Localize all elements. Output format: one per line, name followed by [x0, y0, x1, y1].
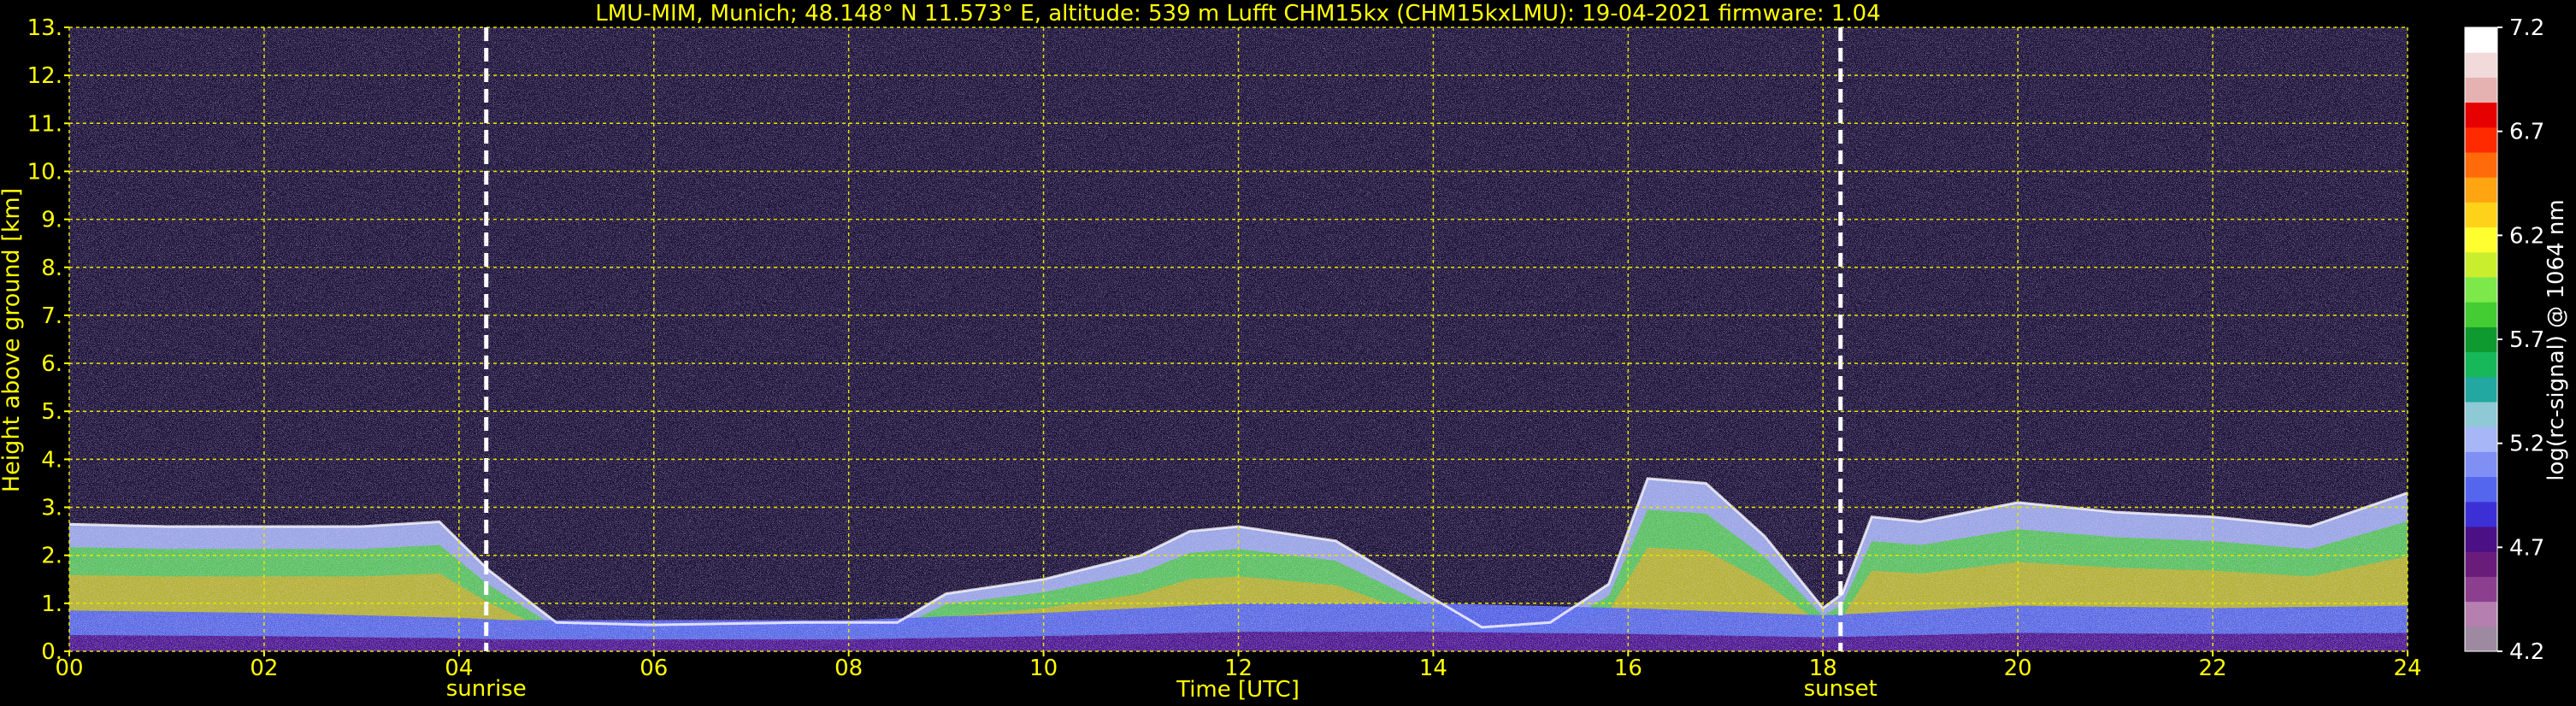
colorbar-step [2465, 227, 2497, 253]
colorbar-step [2465, 351, 2497, 378]
colorbar-step [2465, 402, 2497, 427]
y-axis: 0. 1. 2. 3. 4. 5. 6. 7. 8. 9. 10. 11. 12. 13. [27, 15, 69, 665]
y-tick-label: 5. [41, 399, 62, 425]
noise-texture [69, 27, 2408, 651]
y-tick-label: 0. [41, 639, 62, 665]
colorbar-step [2465, 626, 2497, 652]
y-axis-label: Height above ground [km] [0, 188, 25, 492]
x-tick-label: 24 [2393, 656, 2421, 681]
y-tick-label: 2. [41, 544, 62, 569]
colorbar-step [2465, 551, 2497, 577]
colorbar-tick-label: 5.7 [2509, 327, 2544, 353]
y-tick-label: 8. [41, 256, 62, 281]
colorbar-step [2465, 327, 2497, 353]
y-tick-label: 3. [41, 496, 62, 521]
colorbar-step [2465, 251, 2497, 278]
colorbar-step [2465, 102, 2497, 128]
x-axis-label: Time [UTC] [1176, 677, 1300, 703]
y-tick-label: 11. [27, 111, 62, 137]
colorbar-step [2465, 126, 2497, 153]
colorbar-step [2465, 527, 2497, 552]
colorbar-label: log(rc-signal) @ 1064 nm [2544, 199, 2569, 480]
colorbar-step [2465, 202, 2497, 228]
colorbar-step [2465, 277, 2497, 303]
x-tick-label: 14 [1419, 656, 1447, 681]
colorbar: 7.2 6.7 6.2 5.7 5.2 4.7 4.2 log(rc-signal) @ 1… [2464, 15, 2569, 665]
sunset-label: sunset [1804, 676, 1877, 702]
x-tick-label: 08 [834, 656, 863, 681]
y-tick-label: 13. [27, 15, 62, 41]
sunrise-label: sunrise [446, 676, 527, 702]
x-tick-label: 22 [2199, 656, 2227, 681]
colorbar-step [2465, 376, 2497, 403]
colorbar-step [2465, 302, 2497, 327]
plot-area [68, 26, 2408, 652]
x-tick-label: 16 [1614, 656, 1642, 681]
y-tick-label: 12. [27, 63, 62, 89]
colorbar-ticks: 7.2 6.7 6.2 5.7 5.2 4.7 4.2 [2497, 15, 2544, 665]
x-tick-label: 10 [1029, 656, 1058, 681]
colorbar-step [2465, 576, 2497, 603]
ceilometer-figure: LMU-MIM, Munich; 48.148° N 11.573° E, al… [0, 1, 2569, 703]
chart-title: LMU-MIM, Munich; 48.148° N 11.573° E, al… [595, 1, 1880, 26]
colorbar-step [2465, 77, 2497, 103]
colorbar-step [2465, 601, 2497, 627]
colorbar-tick-label: 7.2 [2509, 15, 2544, 41]
y-tick-label: 4. [41, 447, 62, 473]
y-tick-label: 9. [41, 208, 62, 233]
colorbar-tick-label: 6.2 [2509, 223, 2544, 249]
y-tick-label: 10. [27, 159, 62, 185]
colorbar-step [2465, 177, 2497, 203]
colorbar-scale [2465, 27, 2497, 652]
colorbar-tick-label: 5.2 [2509, 432, 2544, 457]
x-tick-label: 06 [640, 656, 668, 681]
colorbar-tick-label: 4.7 [2509, 535, 2544, 561]
y-tick-label: 6. [41, 351, 62, 377]
colorbar-step [2465, 52, 2497, 78]
colorbar-step [2465, 152, 2497, 178]
y-tick-label: 1. [41, 591, 62, 617]
colorbar-step [2465, 476, 2497, 503]
colorbar-step [2465, 501, 2497, 527]
y-tick-label: 7. [41, 303, 62, 329]
colorbar-step [2465, 27, 2497, 53]
colorbar-step [2465, 427, 2497, 452]
x-tick-label: 02 [250, 656, 278, 681]
colorbar-tick-label: 4.2 [2509, 639, 2544, 665]
x-tick-label: 20 [2004, 656, 2032, 681]
colorbar-step [2465, 451, 2497, 478]
colorbar-tick-label: 6.7 [2509, 120, 2544, 145]
